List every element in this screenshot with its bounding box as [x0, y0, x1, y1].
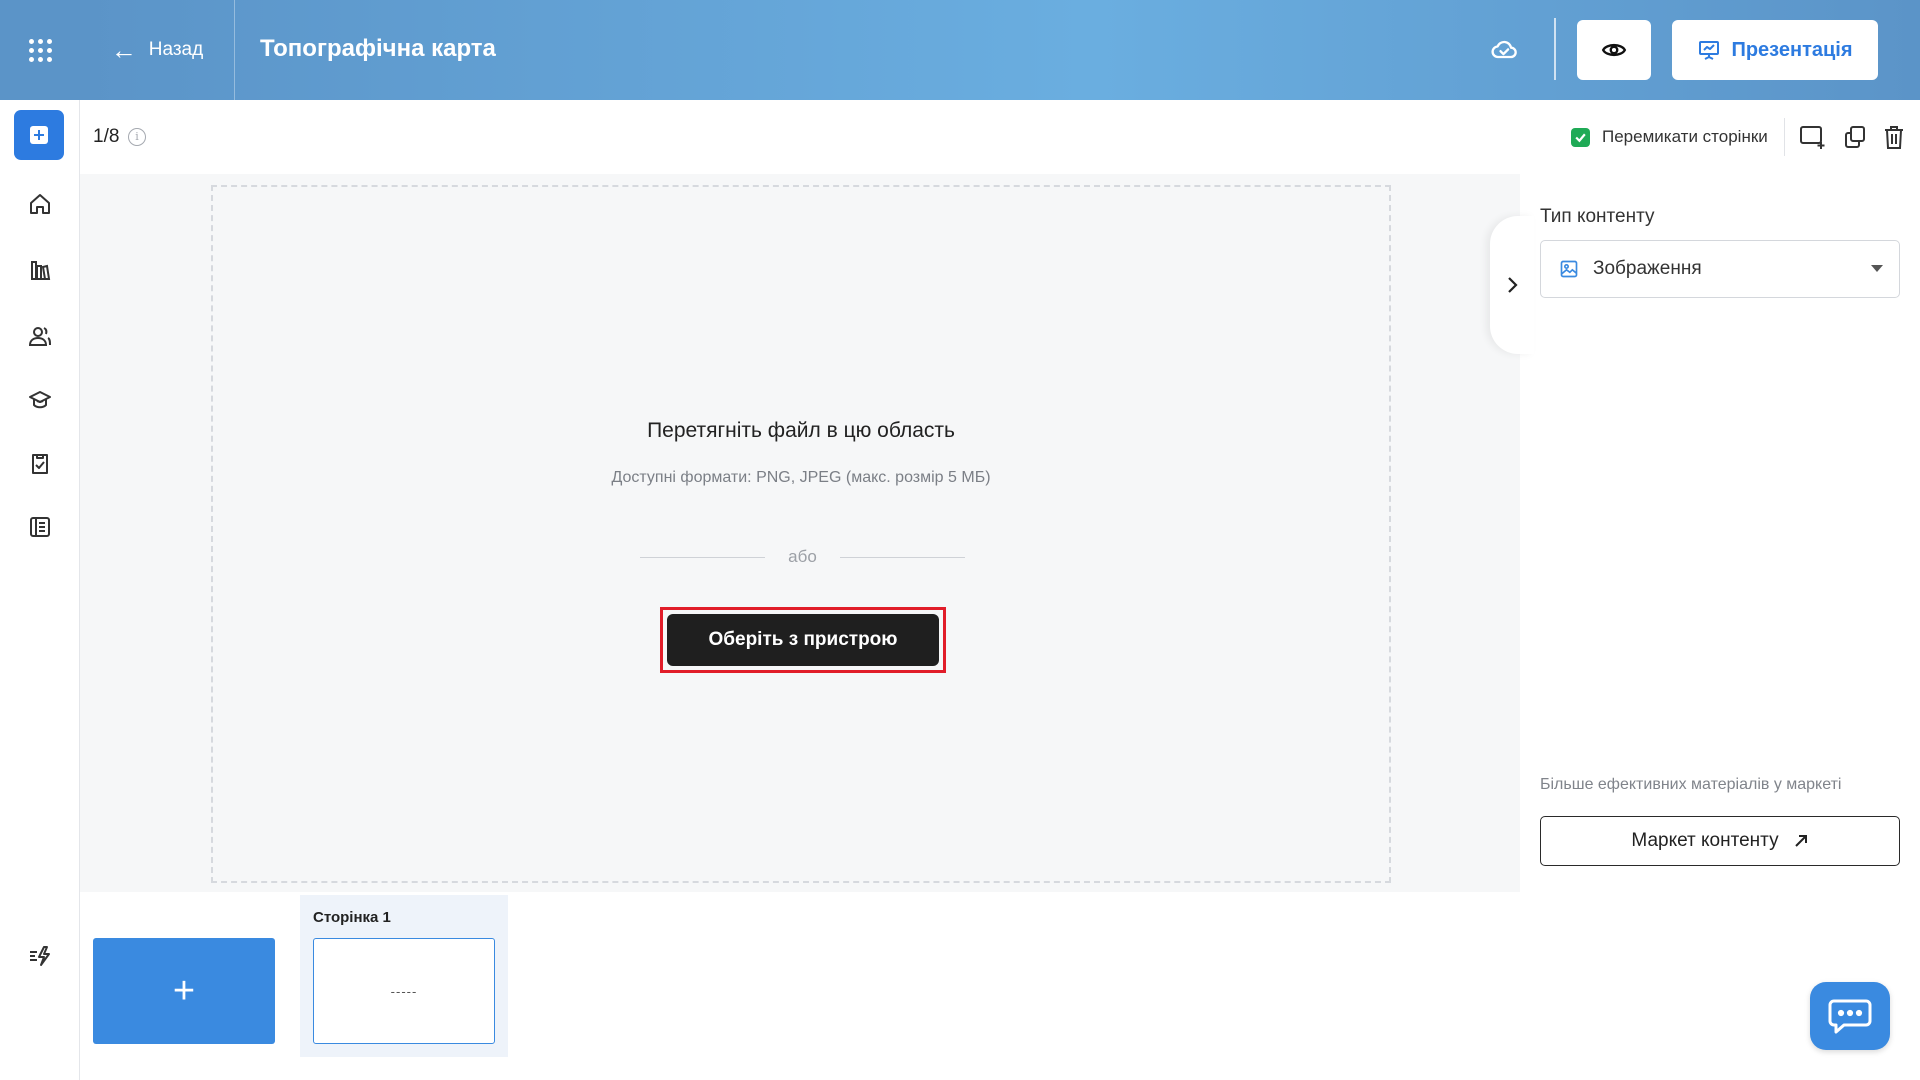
presentation-button[interactable]: Презентація: [1672, 20, 1878, 80]
dropdown-caret-icon: [1871, 265, 1883, 272]
page-thumbnail-label: Сторінка 1: [313, 909, 391, 926]
actions-icon[interactable]: [24, 940, 56, 972]
content-type-value: Зображення: [1593, 258, 1702, 279]
external-arrow-icon: [1794, 835, 1807, 847]
toolbar-divider: [1784, 118, 1785, 156]
info-icon[interactable]: i: [128, 128, 146, 146]
presentation-label: Презентація: [1731, 38, 1853, 61]
top-header: ← Назад Топографічна карта Презентація: [80, 0, 1920, 100]
or-line-right: [840, 557, 965, 558]
editor-canvas: Перетягніть файл в цю область Доступні ф…: [80, 174, 1520, 892]
duplicate-icon[interactable]: [1840, 122, 1870, 152]
page-title: Топографічна карта: [260, 35, 496, 62]
users-icon[interactable]: [24, 320, 56, 352]
tasks-icon[interactable]: [24, 448, 56, 480]
arrow-left-icon: ←: [110, 35, 137, 65]
dropzone-formats: Доступні формати: PNG, JPEG (макс. розмі…: [611, 469, 991, 486]
apps-grid-icon: [28, 38, 52, 62]
add-page-button[interactable]: +: [93, 938, 275, 1044]
highlight-frame: Оберіть з пристрою: [660, 607, 946, 673]
home-icon[interactable]: [24, 188, 56, 220]
trash-icon[interactable]: [1879, 122, 1909, 152]
switch-pages-label: Перемикати сторінки: [1602, 127, 1768, 146]
collapse-panel-button[interactable]: [1490, 216, 1534, 354]
market-hint: Більше ефективних матеріалів у маркеті: [1540, 776, 1842, 793]
cloud-saved-icon: [1490, 36, 1518, 69]
library-icon[interactable]: [24, 254, 56, 286]
journal-icon[interactable]: [24, 511, 56, 543]
image-icon: [1560, 260, 1578, 278]
switch-pages-checkbox[interactable]: [1571, 128, 1590, 147]
add-icon[interactable]: [14, 110, 64, 160]
chat-icon: [1828, 999, 1872, 1034]
courses-icon[interactable]: [24, 384, 56, 416]
left-rail: [0, 0, 80, 1080]
page-counter: 1/8: [93, 126, 120, 147]
header-divider: [1554, 18, 1556, 80]
apps-menu-button[interactable]: [0, 0, 80, 100]
content-market-button[interactable]: Маркет контенту: [1540, 816, 1900, 866]
page-thumbnail-card[interactable]: Сторінка 1 -----: [300, 895, 508, 1057]
page-thumbnail-text: -----: [390, 983, 418, 999]
content-market-label: Маркет контенту: [1631, 830, 1779, 851]
or-separator: або: [640, 547, 965, 567]
page-thumbnail[interactable]: -----: [313, 938, 495, 1044]
dropzone-title: Перетягніть файл в цю область: [647, 419, 955, 442]
file-dropzone[interactable]: Перетягніть файл в цю область Доступні ф…: [211, 185, 1391, 883]
right-panel: Тип контенту Зображення Більше ефективни…: [1490, 174, 1920, 1080]
chat-support-button[interactable]: [1810, 982, 1890, 1050]
back-button[interactable]: ← Назад: [80, 0, 235, 100]
select-from-device-button[interactable]: Оберіть з пристрою: [667, 614, 939, 666]
add-slide-icon[interactable]: [1798, 122, 1828, 152]
presentation-icon: [1699, 41, 1720, 60]
chevron-right-icon: [1508, 277, 1518, 293]
content-type-label: Тип контенту: [1540, 206, 1655, 227]
back-label: Назад: [148, 39, 204, 60]
preview-button[interactable]: [1577, 20, 1651, 80]
content-type-select[interactable]: Зображення: [1540, 240, 1900, 298]
